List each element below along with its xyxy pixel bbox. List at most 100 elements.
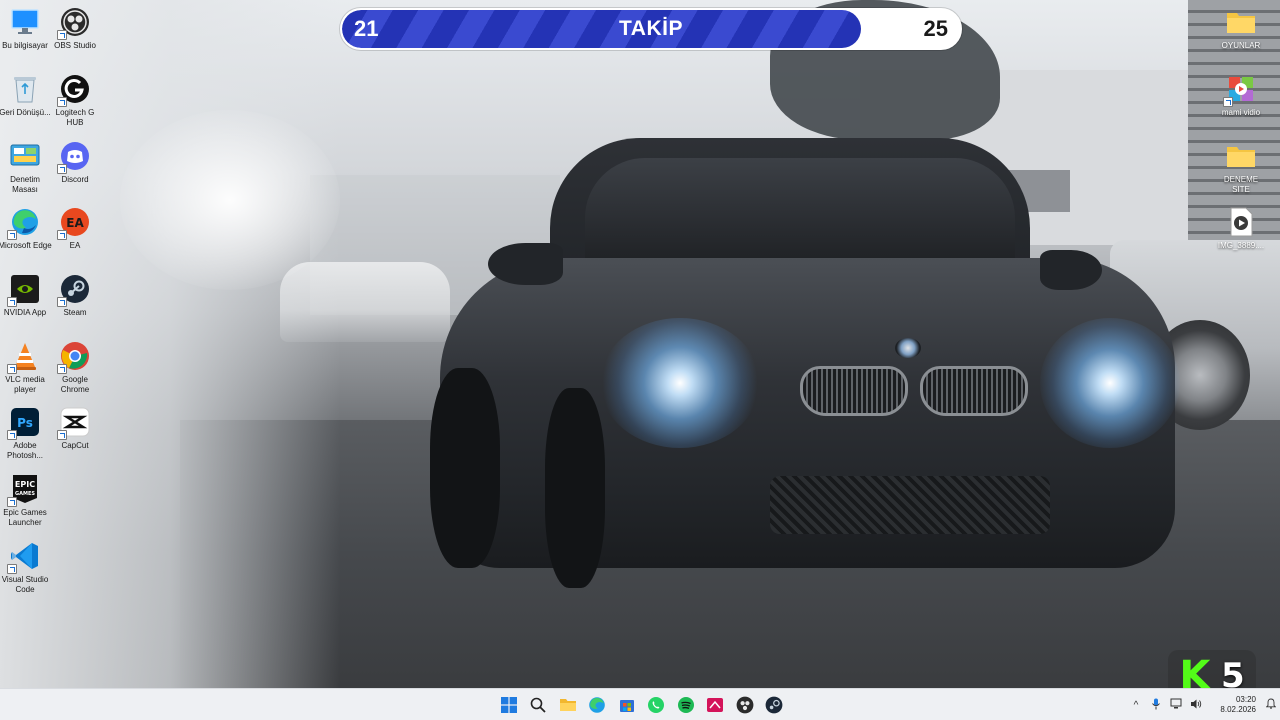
car-wheel	[430, 368, 500, 568]
notifications-button[interactable]	[1262, 689, 1280, 720]
discord-icon	[57, 140, 91, 174]
desktop-icon-label: Logitech G HUB	[55, 108, 95, 127]
desktop-icon-label: mami vidio	[1221, 108, 1261, 117]
volume-button[interactable]	[1186, 689, 1206, 720]
follow-goal-label: TAKİP	[619, 17, 683, 40]
network-button[interactable]	[1166, 689, 1186, 720]
file-explorer-button[interactable]	[553, 689, 583, 720]
desktop-icon-discord[interactable]: Discord	[50, 140, 100, 185]
shortcut-arrow-icon	[7, 497, 17, 507]
desktop-icon-nvidia-app[interactable]: NVIDIA App	[0, 273, 50, 318]
bell-icon	[1265, 698, 1277, 712]
desktop-icon-adobe-photoshop[interactable]: Ps Adobe Photosh...	[0, 406, 50, 461]
shortcut-arrow-icon	[57, 430, 67, 440]
whatsapp-button[interactable]	[642, 689, 672, 720]
desktop-icon-label: OBS Studio	[54, 41, 96, 50]
svg-text:GAMES: GAMES	[15, 491, 35, 497]
capcut-icon	[57, 406, 91, 440]
edge-icon	[7, 206, 41, 240]
nvidia-icon	[7, 273, 41, 307]
desktop-icon-label: Visual Studio Code	[1, 575, 49, 594]
desktop-icon-epic-games[interactable]: EPIC GAMES Epic Games Launcher	[0, 473, 50, 528]
control-panel-icon	[9, 140, 41, 172]
shortcut-arrow-icon	[1223, 97, 1233, 107]
video-editor-icon	[1223, 73, 1257, 107]
desktop-icon-deneme-site[interactable]: DENEME SITE	[1216, 140, 1266, 195]
store-button[interactable]	[612, 689, 642, 720]
desktop-icon-ea[interactable]: EA EA	[50, 206, 100, 251]
desktop-icon-img-file[interactable]: IMG_3889....	[1216, 206, 1266, 251]
desktop-icon-label: VLC media player	[5, 375, 45, 394]
tray-overflow-button[interactable]: ^	[1126, 689, 1146, 720]
obs-icon	[736, 696, 754, 714]
car-headlight	[1040, 318, 1180, 448]
desktop-icon-label: Microsoft Edge	[0, 241, 52, 250]
desktop-icon-label: EA	[69, 241, 81, 250]
desktop-icon-oyunlar[interactable]: OYUNLAR	[1216, 6, 1266, 51]
car-headlight	[600, 318, 760, 448]
car-mirror	[488, 243, 563, 285]
desktop-icon-this-pc[interactable]: Bu bilgisayar	[0, 6, 50, 51]
folder-icon	[559, 696, 577, 714]
photoshop-icon: Ps	[7, 406, 41, 440]
desktop-icon-label: Epic Games Launcher	[3, 508, 47, 527]
shortcut-arrow-icon	[57, 230, 67, 240]
desktop-icon-steam[interactable]: Steam	[50, 273, 100, 318]
desktop-icon-vlc[interactable]: VLC media player	[0, 340, 50, 395]
shortcut-arrow-icon	[7, 230, 17, 240]
shortcut-arrow-icon	[57, 97, 67, 107]
svg-text:EPIC: EPIC	[15, 480, 35, 489]
taskbar: ^ 03:20 8.02.2026	[0, 688, 1280, 720]
spotify-icon	[677, 696, 695, 714]
recycle-bin-icon	[9, 73, 41, 105]
car-grille	[920, 366, 1028, 416]
desktop-icon-recycle-bin[interactable]: Geri Dönüşü...	[0, 73, 51, 118]
desktop-icon-capcut[interactable]: CapCut	[50, 406, 100, 451]
windows-icon	[500, 696, 518, 714]
desktop-icon-label: Google Chrome	[60, 375, 90, 394]
clock-time: 03:20	[1235, 695, 1256, 704]
video-file-icon	[1225, 206, 1257, 238]
shortcut-arrow-icon	[7, 364, 17, 374]
desktop-wallpaper	[0, 0, 1280, 688]
system-tray: ^ 03:20 8.02.2026	[1126, 689, 1280, 720]
spotify-button[interactable]	[671, 689, 701, 720]
search-button[interactable]	[524, 689, 554, 720]
desktop-icon-label: Denetim Masası	[10, 175, 40, 194]
shortcut-arrow-icon	[7, 430, 17, 440]
obs-taskbar-button[interactable]	[730, 689, 760, 720]
desktop-icon-control-panel[interactable]: Denetim Masası	[0, 140, 50, 195]
clock[interactable]: 03:20 8.02.2026	[1206, 689, 1262, 720]
microphone-icon	[1151, 698, 1161, 713]
desktop-icon-label: Adobe Photosh...	[6, 441, 44, 460]
desktop-icon-obs-studio[interactable]: OBS Studio	[50, 6, 100, 51]
desktop-icon-label: NVIDIA App	[3, 308, 47, 317]
desktop-icon-label: Geri Dönüşü...	[0, 108, 51, 117]
microphone-button[interactable]	[1146, 689, 1166, 720]
vlc-icon	[7, 340, 41, 374]
taskbar-apps	[494, 689, 789, 720]
wallpaper-car	[430, 138, 1180, 588]
logitech-icon	[57, 73, 91, 107]
wallpaper-sun-glow	[120, 110, 340, 290]
desktop-icon-logitech-g-hub[interactable]: Logitech G HUB	[50, 73, 100, 128]
monitor-icon	[9, 6, 41, 38]
network-icon	[1170, 698, 1182, 713]
shortcut-arrow-icon	[7, 564, 17, 574]
desktop-icon-google-chrome[interactable]: Google Chrome	[50, 340, 100, 395]
search-icon	[529, 696, 547, 714]
desktop-icon-vscode[interactable]: Visual Studio Code	[0, 540, 50, 595]
app-red-button[interactable]	[701, 689, 731, 720]
car-logo	[895, 338, 921, 358]
desktop-icon-mami-vidio[interactable]: mami vidio	[1216, 73, 1266, 118]
epic-icon: EPIC GAMES	[7, 473, 41, 507]
start-button[interactable]	[494, 689, 524, 720]
desktop-icon-label: IMG_3889....	[1217, 241, 1265, 250]
edge-taskbar-button[interactable]	[583, 689, 613, 720]
clock-date: 8.02.2026	[1220, 705, 1256, 714]
steam-icon	[57, 273, 91, 307]
steam-taskbar-button[interactable]	[760, 689, 790, 720]
desktop-icon-label: CapCut	[61, 441, 89, 450]
whatsapp-icon	[647, 696, 665, 714]
desktop-icon-microsoft-edge[interactable]: Microsoft Edge	[0, 206, 52, 251]
